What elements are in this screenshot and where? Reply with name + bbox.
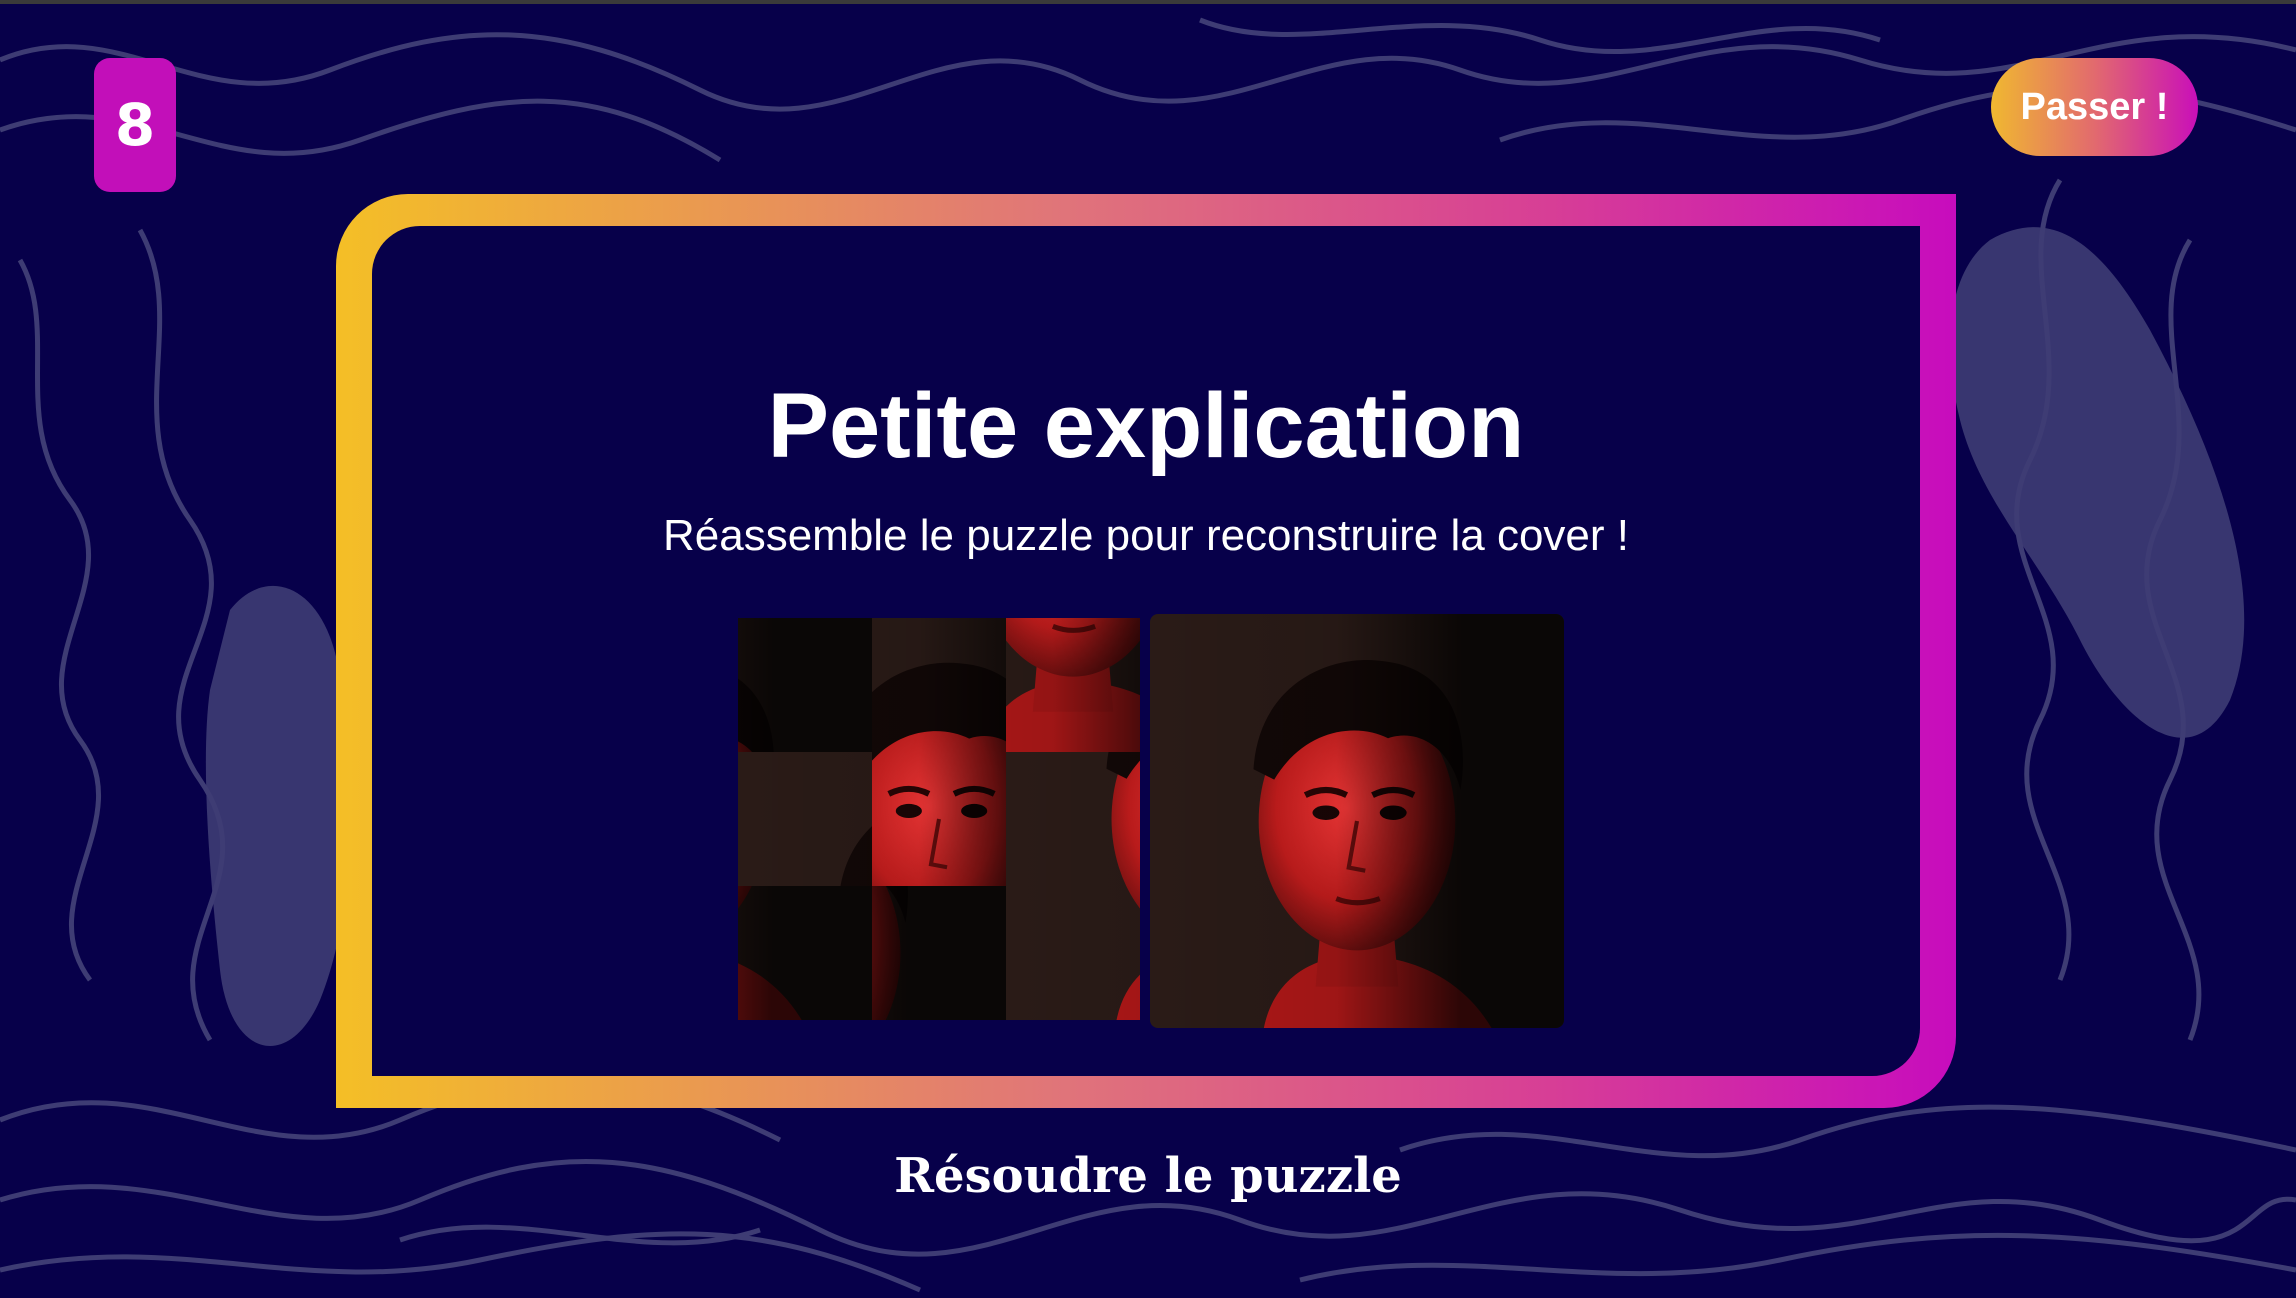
puzzle-tile[interactable] <box>1006 618 1140 752</box>
puzzle-tile[interactable] <box>738 618 872 752</box>
puzzle-tile[interactable] <box>872 886 1006 1020</box>
round-number: 8 <box>114 91 156 159</box>
puzzle-tile[interactable] <box>738 886 872 1020</box>
puzzle-tile[interactable] <box>1006 886 1140 1020</box>
puzzle-tile[interactable] <box>1006 752 1140 886</box>
round-number-badge: 8 <box>94 58 176 192</box>
explanation-card-body: Petite explication Réassemble le puzzle … <box>372 226 1920 1076</box>
solve-puzzle-button[interactable]: Résoudre le puzzle <box>0 1148 2296 1204</box>
cover-preview-image <box>1150 614 1564 1028</box>
puzzle-tile[interactable] <box>738 752 872 886</box>
skip-button[interactable]: Passer ! <box>1991 58 2198 156</box>
puzzle-tile[interactable] <box>872 618 1006 752</box>
solve-puzzle-label: Résoudre le puzzle <box>894 1148 1402 1204</box>
scrambled-puzzle-grid <box>738 618 1140 1020</box>
skip-button-label: Passer ! <box>2020 85 2169 128</box>
explanation-instruction: Réassemble le puzzle pour reconstruire l… <box>662 511 1629 560</box>
puzzle-tile[interactable] <box>872 752 1006 886</box>
explanation-title: Petite explication <box>767 375 1525 477</box>
explanation-card: Petite explication Réassemble le puzzle … <box>336 194 1956 1108</box>
